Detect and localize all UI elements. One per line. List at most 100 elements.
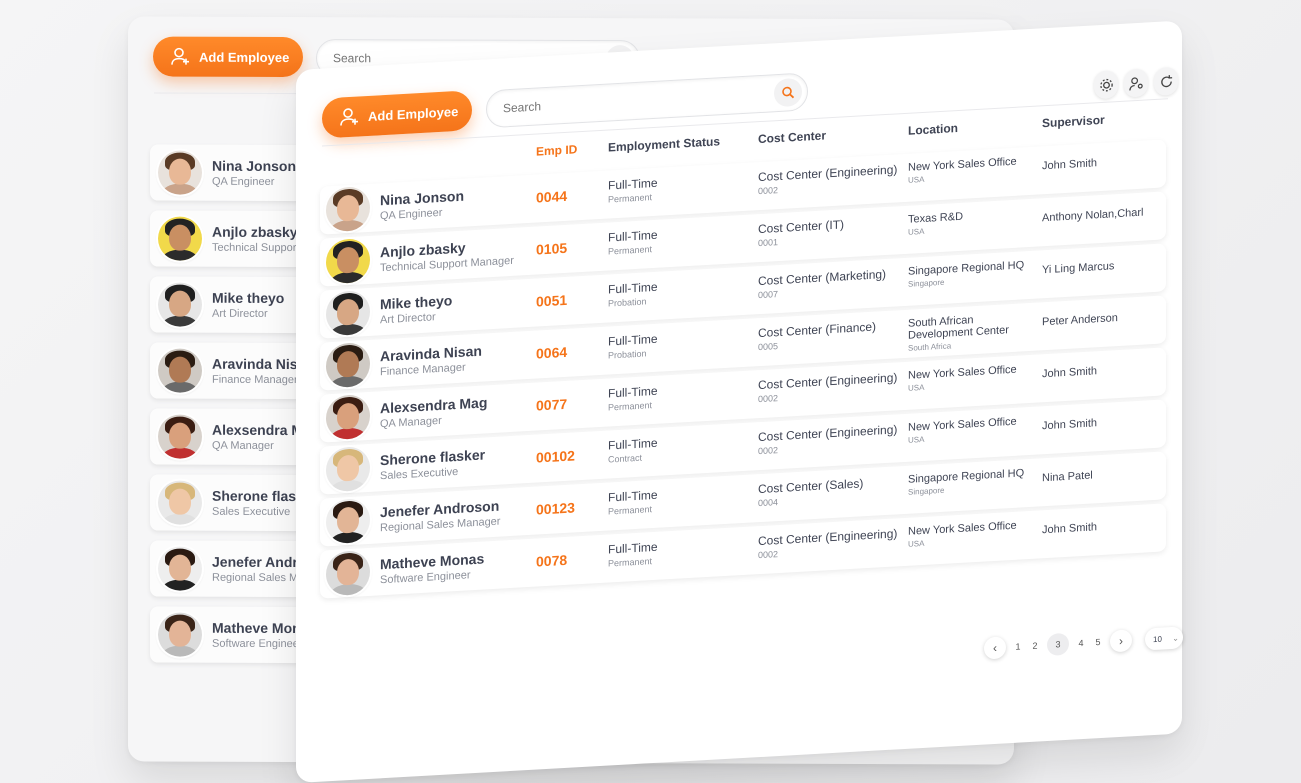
add-user-icon — [340, 108, 358, 126]
employment-status: Full-Time — [608, 279, 658, 297]
page-3[interactable]: 3 — [1047, 632, 1069, 657]
next-page-button[interactable]: › — [1110, 629, 1132, 653]
emp-id: 0077 — [536, 395, 568, 414]
avatar — [158, 348, 202, 393]
search-icon[interactable] — [774, 77, 802, 108]
avatar — [326, 549, 370, 597]
employee-name[interactable]: Mike theyo — [380, 292, 452, 312]
cost-center-cell: Cost Center (Engineering) 0002 — [758, 422, 897, 456]
status-cell: Full-Time Contract — [608, 436, 658, 465]
employment-type: Probation — [608, 348, 647, 361]
location-cell: Singapore Regional HQ Singapore — [908, 467, 1032, 496]
status-cell: Full-Time Probation — [608, 280, 658, 309]
add-employee-button-back[interactable]: Add Employee — [153, 36, 303, 78]
emp-id: 0105 — [536, 239, 568, 258]
status-cell: Full-Time Probation — [608, 332, 658, 361]
avatar — [158, 546, 202, 591]
employee-role: QA Engineer — [380, 206, 443, 223]
employment-type: Contract — [608, 452, 643, 465]
employee-list-back: Nina Jonson QA Engineer Anjlo zbasky Tec… — [128, 16, 1014, 664]
page-1[interactable]: 1 — [1013, 641, 1023, 652]
avatar — [326, 445, 370, 493]
status-cell: Full-Time Permanent — [608, 228, 658, 257]
avatar — [158, 612, 202, 657]
supervisor: Nina Patel — [1042, 469, 1093, 485]
employee-role: Art Director — [212, 307, 268, 320]
chevron-down-icon: ⌄ — [1172, 633, 1179, 643]
user-gear-icon[interactable] — [1124, 68, 1148, 98]
employee-cell: Nina Jonson QA Engineer — [326, 179, 464, 235]
divider — [154, 92, 304, 95]
employment-status: Full-Time — [608, 539, 658, 557]
search-field[interactable] — [486, 72, 808, 129]
add-employee-label: Add Employee — [199, 49, 290, 65]
employment-type: Permanent — [608, 556, 653, 569]
employee-table-panel: Add Employee Emp ID Employment Status Co… — [296, 20, 1183, 783]
employee-cell: Mike theyo Art Director — [326, 283, 452, 338]
supervisor: John Smith — [1042, 157, 1098, 173]
employment-status: Full-Time — [608, 175, 658, 193]
avatar — [158, 414, 202, 459]
employee-name: Nina Jonson — [212, 157, 297, 175]
location-cell: New York Sales Office USA — [908, 415, 1032, 445]
employee-cell: Alexsendra Mag QA Manager — [326, 385, 487, 442]
avatar — [158, 150, 202, 195]
employee-cell: Jenefer Androson Regional Sales Manager — [326, 489, 500, 547]
avatar — [326, 185, 370, 233]
column-header-location[interactable]: Location — [908, 121, 958, 138]
prev-page-button[interactable]: ‹ — [984, 636, 1006, 660]
page-size-select[interactable]: 10 ⌄ — [1145, 626, 1183, 651]
column-header-cost-center[interactable]: Cost Center — [758, 128, 826, 146]
pagination: ‹ 1 2 3 4 5 › 10 ⌄ — [984, 626, 1183, 660]
employee-cell: Matheve Monas Software Engineer — [326, 541, 484, 598]
employment-type: Permanent — [608, 192, 653, 205]
employee-role: QA Engineer — [212, 175, 275, 188]
emp-id: 0044 — [536, 187, 568, 206]
avatar — [158, 216, 202, 261]
emp-id: 0078 — [536, 551, 568, 570]
employee-cell: Anjlo zbasky Technical Support Manager — [326, 228, 514, 287]
employment-status: Full-Time — [608, 435, 658, 453]
page-2[interactable]: 2 — [1030, 640, 1040, 651]
cost-center-cell: Cost Center (Marketing) 0007 — [758, 267, 886, 300]
emp-id: 0051 — [536, 291, 568, 310]
supervisor: John Smith — [1042, 521, 1098, 537]
emp-id: 00123 — [536, 499, 575, 518]
add-employee-button[interactable]: Add Employee — [322, 90, 472, 139]
employee-cell: Aravinda Nisan Finance Manager — [326, 334, 482, 391]
location-cell: New York Sales Office USA — [908, 155, 1032, 185]
add-user-icon — [171, 47, 189, 65]
search-input[interactable] — [501, 85, 766, 117]
status-cell: Full-Time Permanent — [608, 488, 658, 517]
page-5[interactable]: 5 — [1093, 637, 1103, 648]
gear-icon[interactable] — [1094, 70, 1118, 100]
add-employee-label: Add Employee — [368, 103, 459, 124]
cost-center-cell: Cost Center (Engineering) 0002 — [758, 162, 897, 196]
employee-cell: Sherone flasker Sales Executive — [326, 437, 485, 494]
cost-center-cell: Cost Center (IT) 0001 — [758, 217, 844, 248]
supervisor: Peter Anderson — [1042, 312, 1118, 329]
employee-name[interactable]: Nina Jonson — [380, 188, 464, 209]
supervisor: Anthony Nolan,Charl — [1042, 206, 1144, 225]
location-cell: Singapore Regional HQ Singapore — [908, 259, 1032, 288]
employment-status: Full-Time — [608, 227, 658, 245]
avatar — [326, 497, 370, 545]
avatar — [158, 282, 202, 327]
location-cell: New York Sales Office USA — [908, 519, 1032, 549]
column-header-supervisor[interactable]: Supervisor — [1042, 113, 1105, 131]
employment-type: Probation — [608, 296, 647, 309]
employment-status: Full-Time — [608, 331, 658, 349]
column-header-status[interactable]: Employment Status — [608, 134, 720, 154]
avatar — [326, 237, 370, 285]
refresh-icon[interactable] — [1154, 66, 1178, 97]
status-cell: Full-Time Permanent — [608, 176, 658, 205]
page-size-value: 10 — [1153, 634, 1162, 644]
column-header-emp-id[interactable]: Emp ID — [536, 142, 577, 158]
employee-name: Mike theyo — [212, 289, 285, 306]
emp-id: 0064 — [536, 343, 568, 362]
avatar — [326, 289, 370, 337]
employee-role: Art Director — [380, 311, 436, 327]
cost-center-cell: Cost Center (Engineering) 0002 — [758, 370, 897, 404]
status-cell: Full-Time Permanent — [608, 384, 658, 413]
page-4[interactable]: 4 — [1076, 638, 1086, 649]
